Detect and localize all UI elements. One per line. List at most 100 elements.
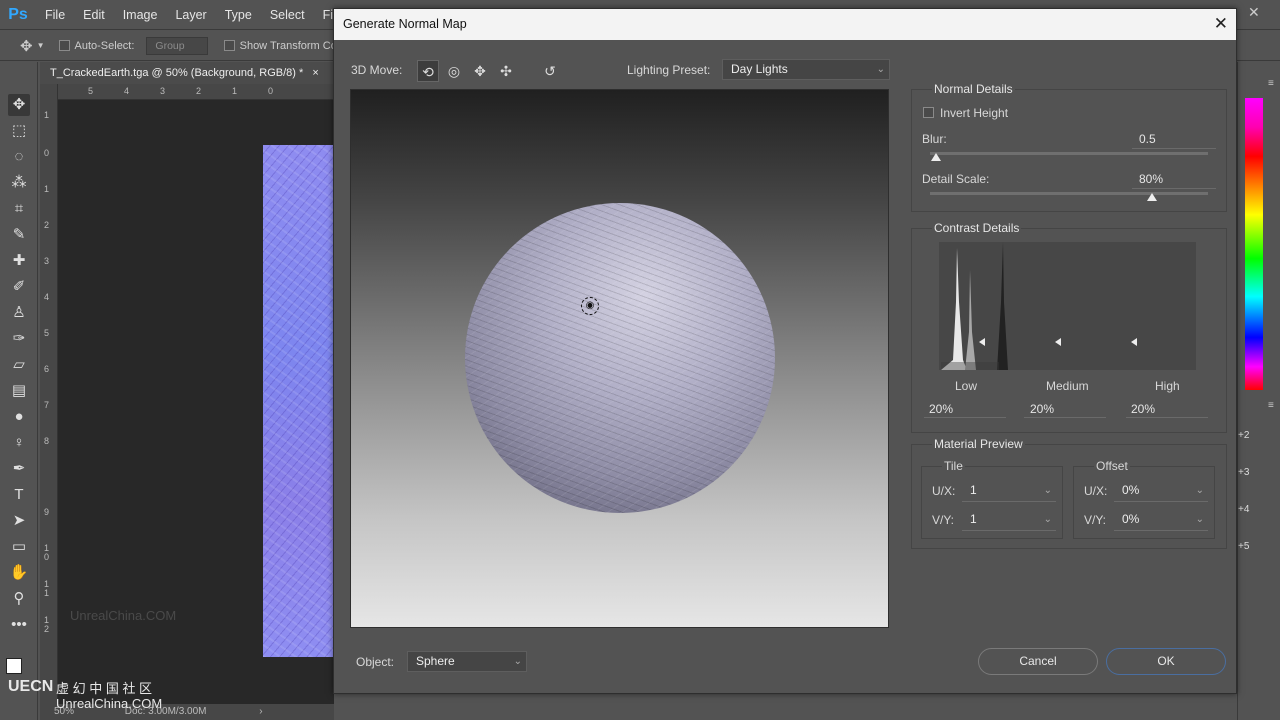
ruler-label: 1 <box>44 184 50 194</box>
invert-height-checkbox[interactable] <box>923 107 934 118</box>
magic-wand-icon[interactable]: ⁂ <box>8 172 30 194</box>
show-transform-label: Show Transform Con <box>239 39 343 52</box>
ruler-label: 8 <box>44 436 50 446</box>
generate-normal-map-dialog: Generate Normal Map ✕ 3D Move: ⟲ ◎ ✥ ✣ ↺… <box>333 8 1237 694</box>
show-transform-checkbox[interactable] <box>223 40 235 52</box>
slide-object-icon[interactable]: ✣ <box>495 60 517 82</box>
3d-move-label: 3D Move: <box>351 63 403 77</box>
blur-slider-thumb[interactable] <box>930 153 941 161</box>
offset-ux-field[interactable]: 0% ⌄ <box>1114 481 1208 502</box>
close-window-icon[interactable]: ✕ <box>1248 4 1260 21</box>
ruler-label: 3 <box>160 86 166 96</box>
low-contrast-marker[interactable] <box>979 338 985 346</box>
menu-image[interactable]: Image <box>114 8 167 22</box>
detail-scale-value[interactable]: 80% <box>1139 172 1163 186</box>
crop-tool-icon[interactable]: ⌗ <box>8 198 30 220</box>
menu-type[interactable]: Type <box>216 8 261 22</box>
ruler-label: 1 1 <box>44 579 50 598</box>
detail-scale-slider[interactable] <box>930 192 1208 195</box>
horizontal-ruler: 5 4 3 2 1 0 <box>58 84 334 100</box>
eraser-icon[interactable]: ▱ <box>8 354 30 376</box>
rotate-object-icon[interactable]: ⟲ <box>417 60 439 82</box>
ruler-label: 1 <box>232 86 238 96</box>
brush-tool-icon[interactable]: ✐ <box>8 276 30 298</box>
photoshop-logo: Ps <box>8 5 28 23</box>
auto-select-label: Auto-Select: <box>74 39 135 52</box>
ruler-label: 4 <box>44 292 50 302</box>
chevron-down-icon[interactable]: ▼ <box>37 41 45 50</box>
offset-ux-label: U/X: <box>1084 484 1108 498</box>
offset-vy-value: 0% <box>1122 512 1140 526</box>
reset-view-icon[interactable]: ↺ <box>539 60 561 82</box>
rectangle-tool-icon[interactable]: ▭ <box>8 536 30 558</box>
chevron-down-icon: ⌄ <box>876 64 885 75</box>
high-contrast-marker[interactable] <box>1131 338 1137 346</box>
menu-select[interactable]: Select <box>261 8 314 22</box>
ruler-label: 2 <box>44 220 50 230</box>
panel-menu-icon[interactable]: ≡ <box>1268 78 1274 89</box>
color-spectrum[interactable] <box>1245 98 1263 390</box>
hand-tool-icon[interactable]: ✋ <box>8 562 30 584</box>
type-tool-icon[interactable]: T <box>8 484 30 506</box>
chevron-down-icon: ⌄ <box>513 656 522 667</box>
high-value[interactable]: 20% <box>1131 402 1155 416</box>
tile-ux-field[interactable]: 1 ⌄ <box>962 481 1056 502</box>
dialog-title: Generate Normal Map <box>343 17 467 31</box>
zoom-tool-icon[interactable]: ⚲ <box>8 588 30 610</box>
close-icon[interactable]: ✕ <box>1214 9 1228 39</box>
medium-contrast-marker[interactable] <box>1055 338 1061 346</box>
tile-vy-field[interactable]: 1 ⌄ <box>962 510 1056 531</box>
move-tool-icon[interactable]: ✥ <box>20 37 33 55</box>
stamp-tool-icon[interactable]: ♙ <box>8 302 30 324</box>
site-logo: UECN <box>8 678 54 695</box>
blur-slider[interactable] <box>930 152 1208 155</box>
preview-sphere[interactable] <box>465 203 775 513</box>
auto-select-dropdown[interactable]: Group <box>146 36 208 55</box>
close-tab-icon[interactable]: × <box>312 67 318 79</box>
menu-file[interactable]: File <box>36 8 74 22</box>
lighting-preset-select[interactable]: Day Lights ⌄ <box>722 59 890 80</box>
chevron-right-icon[interactable]: › <box>259 706 262 717</box>
layer-number: +5 <box>1238 541 1250 552</box>
panel-menu-icon[interactable]: ≡ <box>1268 400 1274 411</box>
material-preview-title: Material Preview <box>932 437 1025 451</box>
ruler-label: 2 <box>196 86 202 96</box>
path-select-icon[interactable]: ➤ <box>8 510 30 532</box>
menu-layer[interactable]: Layer <box>166 8 215 22</box>
healing-brush-icon[interactable]: ✚ <box>8 250 30 272</box>
ok-button[interactable]: OK <box>1106 648 1226 675</box>
medium-value[interactable]: 20% <box>1030 402 1054 416</box>
document-tab[interactable]: T_CrackedEarth.tga @ 50% (Background, RG… <box>40 62 334 84</box>
gradient-tool-icon[interactable]: ▤ <box>8 380 30 402</box>
blur-tool-icon[interactable]: ● <box>8 406 30 428</box>
drag-object-icon[interactable]: ✥ <box>469 60 491 82</box>
roll-object-icon[interactable]: ◎ <box>443 60 465 82</box>
pen-tool-icon[interactable]: ✒ <box>8 458 30 480</box>
canvas-watermark: UnrealChina.COM <box>70 608 177 623</box>
object-value: Sphere <box>416 654 455 668</box>
lighting-preset-label: Lighting Preset: <box>627 63 711 77</box>
object-select[interactable]: Sphere ⌄ <box>407 651 527 672</box>
marquee-tool-icon[interactable]: ⬚ <box>8 120 30 142</box>
more-tools-icon[interactable]: ••• <box>8 614 30 636</box>
offset-vy-field[interactable]: 0% ⌄ <box>1114 510 1208 531</box>
blur-value[interactable]: 0.5 <box>1139 132 1156 146</box>
menu-edit[interactable]: Edit <box>74 8 114 22</box>
tile-ux-label: U/X: <box>932 484 956 498</box>
eyedropper-icon[interactable]: ✎ <box>8 224 30 246</box>
foreground-color-swatch[interactable] <box>6 658 22 674</box>
history-brush-icon[interactable]: ✑ <box>8 328 30 350</box>
light-source-icon[interactable]: ◉ <box>581 297 599 315</box>
cancel-button[interactable]: Cancel <box>978 648 1098 675</box>
dialog-titlebar: Generate Normal Map ✕ <box>334 9 1236 40</box>
detail-scale-slider-thumb[interactable] <box>1147 193 1158 201</box>
dodge-tool-icon[interactable]: ♀ <box>8 432 30 454</box>
blur-value-underline <box>1132 148 1216 149</box>
low-value[interactable]: 20% <box>929 402 953 416</box>
contrast-histogram <box>939 242 1196 370</box>
auto-select-checkbox[interactable] <box>58 40 70 52</box>
ruler-label: 6 <box>44 364 50 374</box>
3d-preview-viewport[interactable]: ◉ <box>350 89 889 628</box>
lasso-tool-icon[interactable]: ◌ <box>8 146 30 168</box>
move-tool-icon[interactable]: ✥ <box>8 94 30 116</box>
